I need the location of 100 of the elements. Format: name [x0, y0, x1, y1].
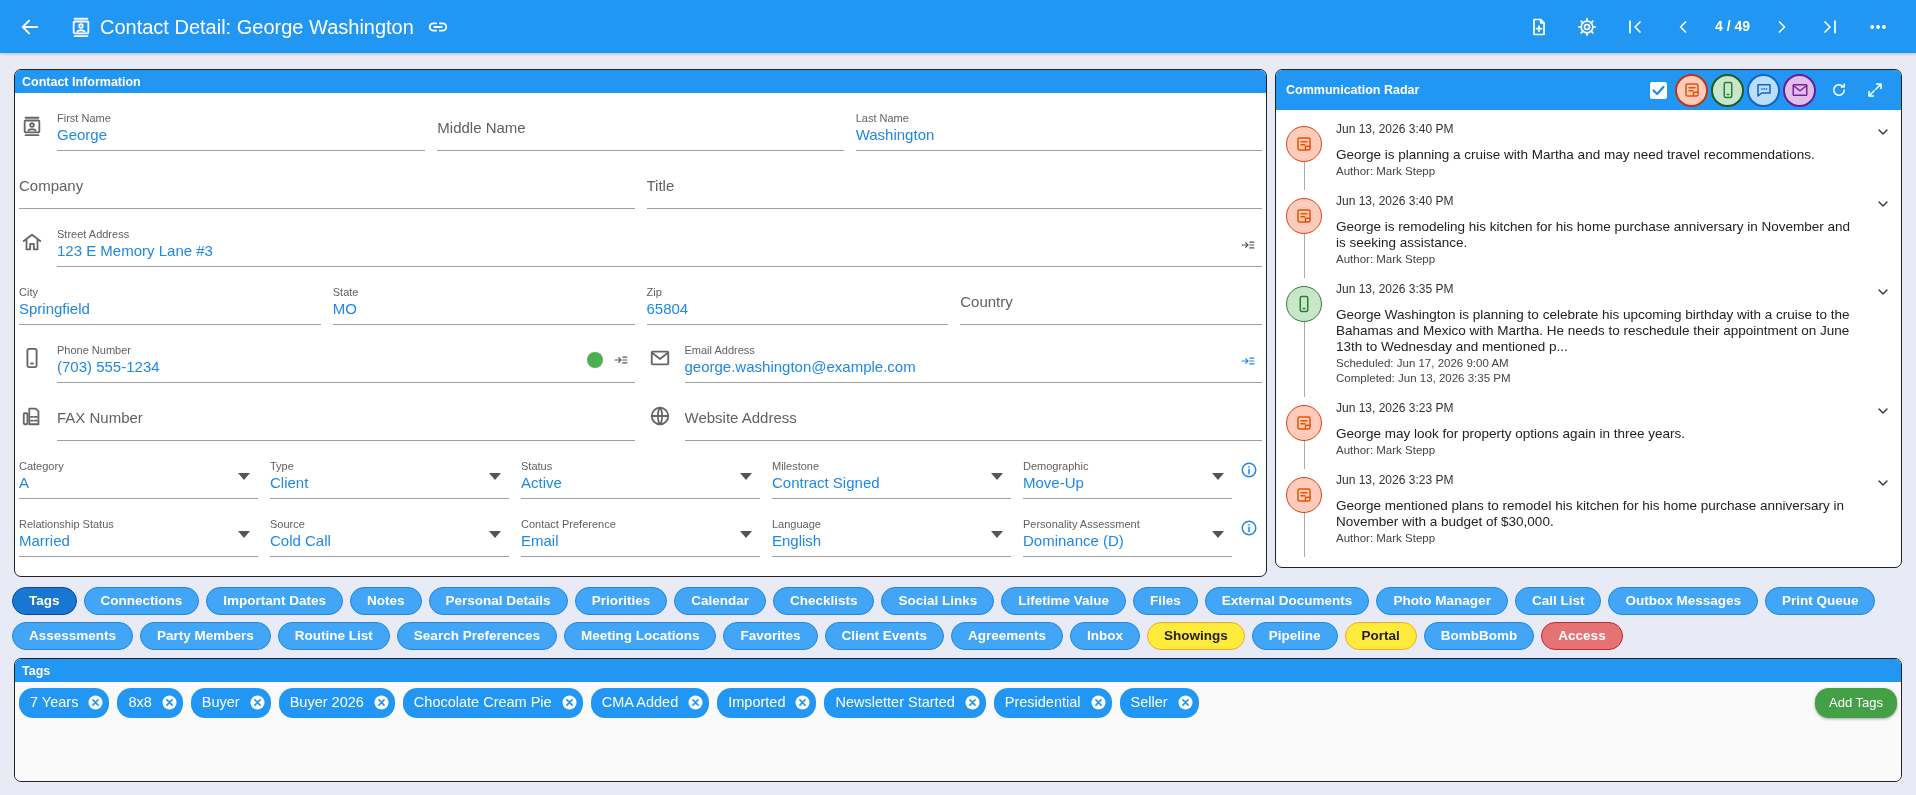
section-tab[interactable]: Personal Details: [428, 587, 568, 615]
section-tab[interactable]: Important Dates: [206, 587, 344, 615]
field-label: Phone Number: [57, 343, 132, 357]
remove-button[interactable]: [161, 695, 177, 711]
dropdown[interactable]: Email: [521, 531, 734, 551]
phone-filter-button[interactable]: [1711, 73, 1744, 107]
caret-icon: [991, 531, 1003, 538]
text-field[interactable]: FAX Number: [57, 408, 635, 428]
section-tab[interactable]: External Documents: [1204, 587, 1370, 615]
section-tab[interactable]: Inbox: [1070, 622, 1141, 650]
tag-label: Newsletter Started: [835, 693, 955, 712]
entry-text: George may look for property options again in three years.: [1336, 426, 1686, 442]
section-tab[interactable]: Meeting Locations: [563, 622, 717, 650]
section-tab[interactable]: Favorites: [723, 622, 818, 650]
section-tab[interactable]: Access: [1541, 622, 1623, 650]
text-field[interactable]: Company: [19, 176, 635, 196]
section-tab[interactable]: Checklists: [772, 587, 875, 615]
text-field[interactable]: George: [57, 125, 426, 145]
dropdown[interactable]: English: [772, 531, 985, 551]
expand-icon[interactable]: [1866, 81, 1884, 99]
caret-icon: [489, 473, 501, 480]
contact-card-icon: [70, 15, 92, 38]
text-field[interactable]: george.washington@example.com: [684, 357, 1198, 377]
dropdown[interactable]: Contract Signed: [772, 473, 985, 493]
section-tab[interactable]: Search Preferences: [396, 622, 557, 650]
text-field[interactable]: 65804: [646, 299, 949, 319]
section-tab[interactable]: Files: [1133, 587, 1198, 615]
section-tab[interactable]: Assessments: [12, 622, 134, 650]
section-tab[interactable]: Social Links: [881, 587, 995, 615]
caret-icon: [238, 473, 250, 480]
dropdown[interactable]: Active: [521, 473, 734, 493]
tag-label: 8x8: [128, 693, 152, 712]
info-icon[interactable]: [1240, 461, 1258, 479]
tag-label: CMA Added: [601, 693, 679, 712]
section-tab[interactable]: Calendar: [674, 587, 766, 615]
entry-date: Jun 13, 2026 3:35 PM: [1336, 281, 1455, 298]
note-icon[interactable]: [1682, 81, 1701, 99]
note-filter-button[interactable]: [1675, 73, 1708, 107]
envelope-icon[interactable]: [1790, 81, 1809, 99]
text-field[interactable]: Washington: [855, 125, 1262, 145]
dropdown[interactable]: Dominance (D): [1023, 531, 1206, 551]
text-field[interactable]: (703) 555-1234: [57, 357, 571, 377]
remove-button[interactable]: [688, 695, 704, 711]
panel-title: Tags: [15, 659, 1901, 682]
section-tab[interactable]: Call List: [1514, 587, 1602, 615]
section-tab[interactable]: Priorities: [574, 587, 668, 615]
section-tab[interactable]: Lifetime Value: [1001, 587, 1127, 615]
entry-text: George is planning a cruise with Martha and may need travel recommendations.: [1336, 147, 1816, 163]
info-icon[interactable]: [1240, 519, 1258, 537]
add-tags-button[interactable]: Add Tags: [1815, 688, 1897, 718]
section-tab[interactable]: BombBomb: [1423, 622, 1535, 650]
section-tab[interactable]: Print Queue: [1764, 587, 1876, 615]
note-icon: [1295, 414, 1313, 432]
section-tab[interactable]: Portal: [1344, 622, 1417, 650]
checkbox[interactable]: [1650, 81, 1667, 99]
remove-button[interactable]: [249, 695, 265, 711]
tag-label: Imported: [728, 693, 786, 712]
dropdown[interactable]: Move-Up: [1023, 473, 1206, 493]
remove-button[interactable]: [1177, 695, 1193, 711]
remove-button[interactable]: [561, 695, 577, 711]
text-field[interactable]: Website Address: [684, 408, 1262, 428]
chat-bubble-icon[interactable]: [1754, 81, 1773, 99]
text-field[interactable]: Title: [646, 176, 1262, 196]
entry-detail: Author: Mark Stepp: [1336, 165, 1437, 178]
text-field[interactable]: Country: [960, 292, 1262, 312]
refresh-icon[interactable]: [1830, 81, 1848, 99]
remove-button[interactable]: [88, 695, 104, 711]
dropdown[interactable]: A: [19, 473, 232, 493]
field-label: First Name: [57, 111, 112, 125]
envelope-filter-button[interactable]: [1783, 73, 1816, 107]
section-tab[interactable]: Photo Manager: [1376, 587, 1508, 615]
section-tab[interactable]: Agreements: [951, 622, 1064, 650]
note-icon: [1295, 135, 1313, 153]
field-label: Category: [19, 459, 65, 473]
section-tab[interactable]: Routine List: [277, 622, 390, 650]
remove-button[interactable]: [373, 695, 389, 711]
dropdown[interactable]: Client: [270, 473, 483, 493]
remove-button[interactable]: [964, 695, 980, 711]
section-tab[interactable]: Tags: [12, 587, 77, 615]
remove-button[interactable]: [795, 695, 811, 711]
text-field[interactable]: MO: [332, 299, 635, 319]
section-tab[interactable]: Client Events: [824, 622, 945, 650]
section-tab[interactable]: Notes: [350, 587, 422, 615]
text-field[interactable]: Middle Name: [437, 118, 844, 138]
entry-detail: Completed: Jun 13, 2026 3:35 PM: [1336, 372, 1512, 385]
text-field[interactable]: 123 E Memory Lane #3: [57, 241, 1198, 261]
chat-bubble-filter-button[interactable]: [1747, 73, 1780, 107]
section-tab[interactable]: Party Members: [140, 622, 271, 650]
remove-button[interactable]: [1090, 695, 1106, 711]
text-field[interactable]: Springfield: [19, 299, 321, 319]
section-tab[interactable]: Outbox Messages: [1608, 587, 1758, 615]
settings-icon[interactable]: [1576, 16, 1597, 37]
section-tab[interactable]: Pipeline: [1251, 622, 1338, 650]
field-label: Street Address: [57, 227, 131, 241]
section-tab[interactable]: Connections: [83, 587, 200, 615]
section-tab[interactable]: Showings: [1147, 622, 1245, 650]
field-label: Email Address: [684, 343, 756, 357]
dropdown[interactable]: Cold Call: [270, 531, 483, 551]
dropdown[interactable]: Married: [19, 531, 232, 551]
page-title: Contact Detail: George Washington: [100, 14, 414, 40]
